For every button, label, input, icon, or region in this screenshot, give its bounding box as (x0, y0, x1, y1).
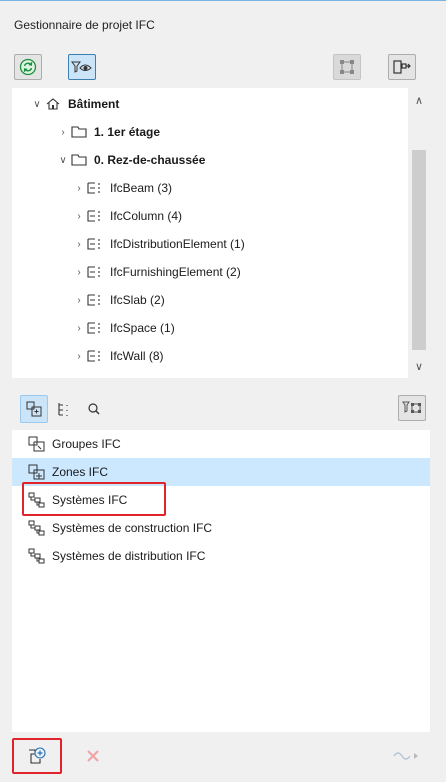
chevron-right-icon[interactable]: › (72, 239, 86, 250)
tree-node-label: 1. 1er étage (94, 125, 161, 139)
scroll-up-icon[interactable]: ∧ (408, 94, 430, 107)
zone-icon (28, 464, 46, 480)
delete-button[interactable] (78, 742, 108, 770)
group-icon (28, 436, 46, 452)
bottom-toolbar (12, 738, 430, 774)
list-item-label: Systèmes de construction IFC (52, 521, 213, 535)
tree-node-ifc-type[interactable]: › IfcSpace (1) (12, 314, 412, 342)
tab-hierarchy[interactable] (50, 395, 78, 423)
layout-toggle-icon (393, 60, 411, 74)
ifc-class-icon (86, 264, 104, 280)
assign-element-icon (393, 752, 418, 760)
refresh-icon (19, 58, 37, 76)
title-accent-line (0, 0, 446, 1)
list-item-label: Systèmes de distribution IFC (52, 549, 206, 563)
filter-groups-button[interactable] (398, 395, 426, 421)
tree-node-building[interactable]: ∨ Bâtiment (12, 90, 412, 118)
storey-icon (70, 124, 88, 140)
filter-eye-icon (71, 61, 92, 73)
ifc-class-icon (86, 292, 104, 308)
list-item-label: Groupes IFC (52, 437, 121, 451)
scroll-down-icon[interactable]: ∨ (408, 360, 430, 373)
chevron-right-icon[interactable]: › (72, 267, 86, 278)
select-element-icon (340, 60, 354, 74)
chevron-down-icon[interactable]: ∨ (30, 99, 44, 110)
tree-scrollbar[interactable]: ∧ ∨ (408, 88, 430, 378)
tree-node-floor1[interactable]: › 1. 1er étage (12, 118, 412, 146)
search-icon (88, 403, 100, 415)
tree-node-label: 0. Rez-de-chaussée (94, 153, 206, 167)
system-icon (28, 520, 46, 536)
chevron-right-icon[interactable]: › (72, 323, 86, 334)
layout-toggle-button[interactable] (388, 54, 416, 80)
tree-node-ifc-type[interactable]: › IfcDistributionElement (1) (12, 230, 412, 258)
filter-select-icon (402, 401, 421, 413)
groups-icon (26, 401, 42, 417)
highlight-frame-new-group (12, 738, 62, 774)
refresh-button[interactable] (14, 54, 42, 80)
ifc-class-icon (86, 180, 104, 196)
tree-node-label: IfcSlab (2) (110, 293, 165, 307)
tree-node-label: Bâtiment (68, 97, 120, 111)
ifc-class-icon (86, 208, 104, 224)
list-item-label: Zones IFC (52, 465, 109, 479)
tree-node-ifc-type[interactable]: › IfcColumn (4) (12, 202, 412, 230)
scrollbar-thumb[interactable] (412, 150, 426, 350)
chevron-right-icon[interactable]: › (72, 211, 86, 222)
system-icon (28, 548, 46, 564)
hierarchy-icon (58, 403, 68, 416)
ifc-project-manager-window: Gestionnaire de projet IFC ∨ Bâtiment › … (0, 0, 446, 782)
select-element-button[interactable] (333, 54, 361, 80)
tree-node-floor0[interactable]: ∨ 0. Rez-de-chaussée (12, 146, 412, 174)
tab-groups[interactable] (20, 395, 48, 423)
tree-node-ifc-type[interactable]: › IfcWall (8) (12, 342, 412, 370)
ifc-class-icon (86, 236, 104, 252)
tree-node-label: IfcDistributionElement (1) (110, 237, 245, 251)
title-bar: Gestionnaire de projet IFC (0, 0, 446, 44)
tree-node-label: IfcColumn (4) (110, 209, 183, 223)
groups-list: Groupes IFC Zones IFC Systèmes IFC Systè… (12, 430, 430, 732)
chevron-right-icon[interactable]: › (56, 127, 70, 138)
window-title: Gestionnaire de projet IFC (14, 18, 155, 32)
storey-icon (70, 152, 88, 168)
building-icon (44, 96, 62, 112)
assign-element-button[interactable] (386, 742, 426, 770)
chevron-down-icon[interactable]: ∨ (56, 155, 70, 166)
highlight-frame-zones (22, 482, 166, 516)
tree-node-label: IfcFurnishingElement (2) (110, 265, 241, 279)
ifc-class-icon (86, 320, 104, 336)
delete-icon (87, 750, 99, 762)
chevron-right-icon[interactable]: › (72, 351, 86, 362)
tree-node-label: IfcSpace (1) (110, 321, 175, 335)
filter-visibility-button[interactable] (68, 54, 96, 80)
tree-node-ifc-type[interactable]: › IfcBeam (3) (12, 174, 412, 202)
chevron-right-icon[interactable]: › (72, 295, 86, 306)
ifc-class-icon (86, 348, 104, 364)
view-tabs (12, 395, 430, 425)
tree-node-label: IfcWall (8) (110, 349, 164, 363)
tree-node-ifc-type[interactable]: › IfcSlab (2) (12, 286, 412, 314)
chevron-right-icon[interactable]: › (72, 183, 86, 194)
list-item-groupes[interactable]: Groupes IFC (12, 430, 430, 458)
tree-node-ifc-type[interactable]: › IfcFurnishingElement (2) (12, 258, 412, 286)
spatial-tree: ∨ Bâtiment › 1. 1er étage ∨ 0. Rez-de-ch… (12, 88, 430, 378)
tree-node-label: IfcBeam (3) (110, 181, 173, 195)
list-item-systemes-distribution[interactable]: Systèmes de distribution IFC (12, 542, 430, 570)
list-item-systemes-construction[interactable]: Systèmes de construction IFC (12, 514, 430, 542)
tab-search[interactable] (80, 395, 108, 423)
